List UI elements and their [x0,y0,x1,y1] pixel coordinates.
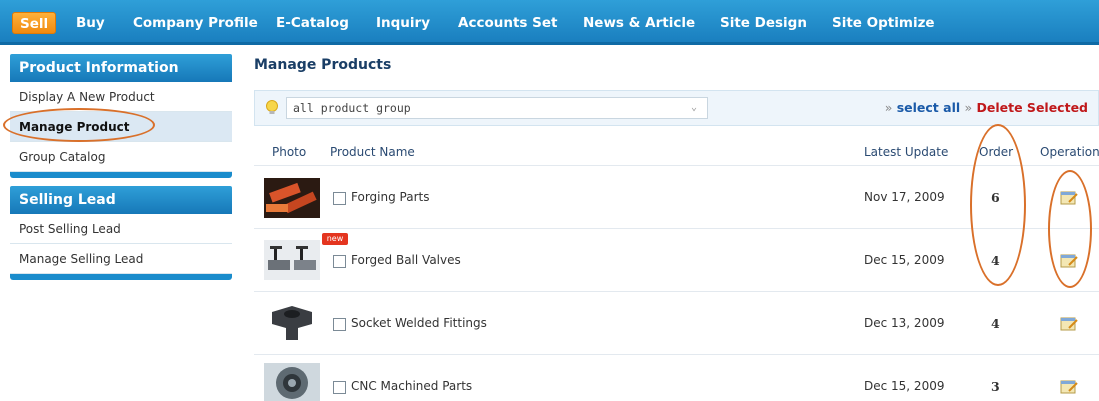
latest-update: Dec 15, 2009 [864,253,945,267]
row-checkbox[interactable] [333,318,346,331]
product-group-select[interactable]: all product group ⌄ [286,97,708,119]
product-photo[interactable] [264,363,320,401]
column-header-latest-update: Latest Update [864,145,949,159]
table-row: CNC Machined Parts Dec 15, 2009 3 [254,354,1099,401]
top-navigation: Sell Buy Company Profile E-Catalog Inqui… [0,0,1099,45]
table-row: Socket Welded Fittings Dec 13, 2009 4 [254,291,1099,353]
product-name[interactable]: Forging Parts [351,190,429,204]
product-information-heading: Product Information [10,54,232,82]
dropdown-caret-icon[interactable]: ⌄ [691,98,697,118]
annotation-circle-manage-product [3,108,155,142]
tab-news-article[interactable]: News & Article [583,11,695,35]
bulk-actions: » select all » Delete Selected [885,100,1088,115]
tab-accounts-set[interactable]: Accounts Set [458,11,557,35]
sidebar-item-manage-selling-lead[interactable]: Manage Selling Lead [10,244,232,274]
product-photo[interactable] [264,240,320,280]
order-value[interactable]: 4 [991,316,1000,331]
annotation-circle-order [970,124,1026,286]
order-value[interactable]: 3 [991,379,1000,394]
selling-lead-heading: Selling Lead [10,186,232,214]
tab-company-profile[interactable]: Company Profile [133,11,258,35]
tab-site-optimize[interactable]: Site Optimize [832,11,935,35]
column-header-product-name: Product Name [330,145,415,159]
product-photo[interactable] [264,178,320,218]
product-name[interactable]: Socket Welded Fittings [351,316,487,330]
latest-update: Dec 13, 2009 [864,316,945,330]
tab-sell[interactable]: Sell [12,12,57,34]
sidebar-item-post-selling-lead[interactable]: Post Selling Lead [10,214,232,244]
sidebar-item-display-new-product[interactable]: Display A New Product [10,82,232,112]
panel-footer [10,172,232,178]
latest-update: Dec 15, 2009 [864,379,945,393]
filter-bar: all product group ⌄ » select all » Delet… [254,90,1099,126]
product-name[interactable]: Forged Ball Valves [351,253,461,267]
column-header-operation: Operation [1040,145,1099,159]
product-name[interactable]: CNC Machined Parts [351,379,472,393]
row-checkbox[interactable] [333,255,346,268]
tab-e-catalog[interactable]: E-Catalog [276,11,349,35]
latest-update: Nov 17, 2009 [864,190,945,204]
product-group-select-value: all product group [293,101,411,115]
arrow-icon: » [964,100,973,115]
annotation-circle-operation [1048,170,1092,288]
new-badge: new [322,233,348,245]
select-all-link[interactable]: select all [897,100,960,115]
delete-selected-link[interactable]: Delete Selected [977,100,1088,115]
selling-lead-panel: Selling Lead Post Selling Lead Manage Se… [10,186,232,280]
tab-buy[interactable]: Buy [76,11,105,35]
tab-inquiry[interactable]: Inquiry [376,11,430,35]
product-photo[interactable] [264,302,320,342]
arrow-icon: » [884,100,893,115]
column-header-photo: Photo [272,145,307,159]
sidebar-item-group-catalog[interactable]: Group Catalog [10,142,232,172]
row-checkbox[interactable] [333,381,346,394]
panel-footer [10,274,232,280]
lightbulb-icon [266,100,278,114]
tab-site-design[interactable]: Site Design [720,11,807,35]
row-checkbox[interactable] [333,192,346,205]
edit-icon[interactable] [1060,379,1078,395]
page-title: Manage Products [254,57,392,73]
edit-icon[interactable] [1060,316,1078,332]
